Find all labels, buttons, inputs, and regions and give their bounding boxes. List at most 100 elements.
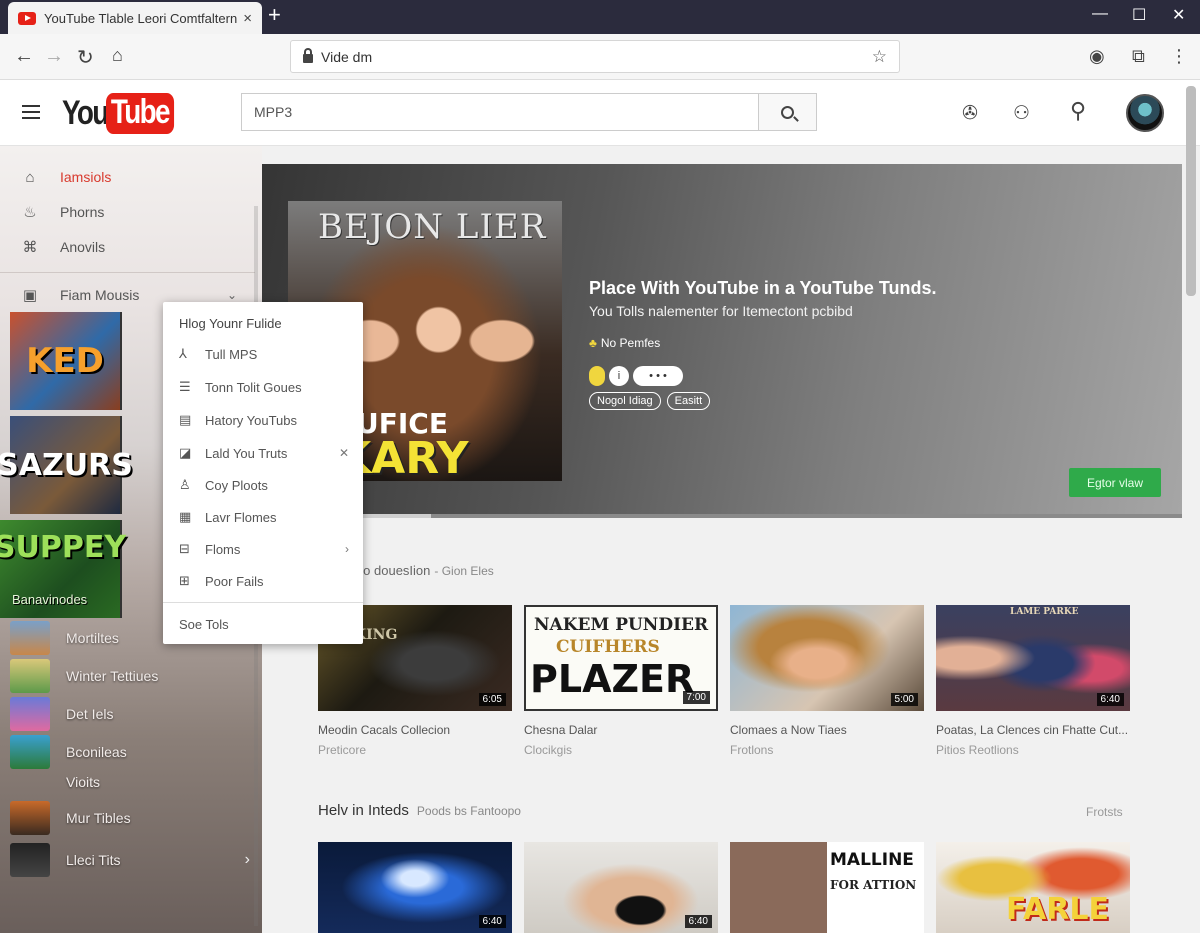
sidebar-item-label: Phorns xyxy=(60,204,105,220)
sidebar-item-subscriptions[interactable]: ⌘ Anovils xyxy=(0,230,255,264)
coin-icon[interactable] xyxy=(589,366,605,386)
browser-tab[interactable]: YouTube Tlable Leori Comtfaltern × xyxy=(8,2,262,34)
dropdown-item[interactable]: ⊟ Floms › xyxy=(179,537,349,561)
video-card[interactable]: 5:00 Clomaes a Now Tiaes Frotlons xyxy=(730,605,924,757)
video-channel[interactable]: Frotlons xyxy=(730,743,924,757)
youtube-logo[interactable]: You Tube xyxy=(62,93,189,134)
featured-channel[interactable]: ♣ No Pemfes xyxy=(589,336,660,350)
trend-icon: ◪ xyxy=(179,445,192,460)
channel-icon: ♣ xyxy=(589,336,597,350)
dropdown-item[interactable]: ⊞ Poor Fails xyxy=(179,569,349,593)
maximize-icon[interactable]: ☐ xyxy=(1132,5,1146,25)
duration-badge: 6:05 xyxy=(478,693,506,706)
featured-subtitle: You Tolls nalementer for Itemectont pcbi… xyxy=(589,303,853,319)
sidebar-video-row[interactable]: Lleci Tits › xyxy=(10,842,250,878)
video-title[interactable]: Clomaes a Now Tiaes xyxy=(730,723,924,737)
video-thumbnail[interactable]: FARLE xyxy=(936,842,1130,933)
logo-you-text: You xyxy=(62,94,109,132)
video-channel[interactable]: Pitios Reotlions xyxy=(936,743,1130,757)
see-all-link[interactable]: Frotsts xyxy=(1086,805,1123,819)
dropdown-item[interactable]: ▤ Hatory YouTubs xyxy=(179,408,349,432)
chevron-right-icon[interactable]: › xyxy=(245,851,250,869)
video-card[interactable]: 6:40 xyxy=(524,842,718,933)
video-thumbnail[interactable]: 5:00 xyxy=(730,605,924,711)
upload-icon[interactable]: ⚇ xyxy=(1013,102,1030,125)
close-window-icon[interactable]: ✕ xyxy=(1172,5,1185,25)
chevron-down-icon[interactable]: ⌄ xyxy=(227,288,237,302)
bookmark-star-icon[interactable]: ☆ xyxy=(872,47,887,67)
banner-progress-bar[interactable] xyxy=(288,514,1182,518)
video-thumbnail[interactable]: LAME PARKE 6:40 xyxy=(936,605,1130,711)
dropdown-item-label: Tonn Tolit Goues xyxy=(205,379,302,395)
dropdown-item[interactable]: ⅄ Tull MPS xyxy=(179,342,349,366)
address-bar[interactable]: Vide dm ☆ xyxy=(290,40,900,73)
back-arrow-icon[interactable]: ← xyxy=(14,45,34,68)
video-channel[interactable]: Clocikgis xyxy=(524,743,718,757)
video-thumbnail[interactable]: NAKEM PUNDIER CUIFHERS PLAZER 7:00 xyxy=(524,605,718,711)
apps-icon[interactable]: ✇ xyxy=(962,102,978,125)
browser-menu-icon[interactable]: ⋮ xyxy=(1170,46,1188,67)
dropdown-item[interactable]: ◪ Lald You Truts ✕ xyxy=(179,441,349,465)
page-scrollbar[interactable] xyxy=(1186,86,1196,296)
video-title[interactable]: Chesna Dalar xyxy=(524,723,718,737)
video-title[interactable]: Meodin Cacals Collecion xyxy=(318,723,512,737)
account-icon[interactable]: ⚲ xyxy=(1070,98,1086,124)
thumbnail-text: FARLE xyxy=(1006,892,1109,927)
row-thumbnail xyxy=(10,765,50,799)
dropdown-item[interactable]: ☰ Tonn Tolit Goues xyxy=(179,375,349,399)
new-tab-button[interactable]: + xyxy=(268,2,281,28)
action-pills: i • • • xyxy=(589,366,683,386)
avatar[interactable] xyxy=(1126,94,1164,132)
section-heading: Helv in Inteds Poods bs Fantoopo xyxy=(318,802,521,819)
featured-title[interactable]: Place With YouTube in a YouTube Tunds. xyxy=(589,278,937,299)
url-text[interactable]: Vide dm xyxy=(321,49,872,65)
video-card[interactable]: MALLINE FOR ATTION xyxy=(730,842,924,933)
search-button[interactable] xyxy=(758,94,816,130)
tag-chip[interactable]: Nogol Idiag xyxy=(589,392,661,410)
dropdown-heading: Hlog Younr Fulide xyxy=(179,316,282,331)
video-thumbnail[interactable]: MALLINE FOR ATTION xyxy=(730,842,924,933)
tab-close-icon[interactable]: × xyxy=(243,10,252,27)
extension-icon[interactable]: ◉ xyxy=(1089,46,1105,67)
video-card[interactable]: FARLE xyxy=(936,842,1130,933)
video-channel[interactable]: Preticore xyxy=(318,743,512,757)
dropdown-item[interactable]: ♙ Coy Ploots xyxy=(179,473,349,497)
home-icon[interactable]: ⌂ xyxy=(112,45,123,66)
featured-banner[interactable]: BEJON LIER UFICE OFKARY Place With YouTu… xyxy=(262,164,1182,518)
video-title[interactable]: Poatas, La Clences cin Fhatte Cut... xyxy=(936,723,1130,737)
row-thumbnail xyxy=(10,843,50,877)
forward-arrow-icon[interactable]: → xyxy=(44,45,64,68)
video-thumbnail[interactable]: 6:40 xyxy=(318,842,512,933)
info-icon[interactable]: i xyxy=(609,366,629,386)
sidebar-video-row[interactable]: Det Iels xyxy=(10,696,250,732)
reload-icon[interactable]: ↻ xyxy=(77,45,94,70)
video-thumbnail[interactable]: 6:40 xyxy=(524,842,718,933)
tag-chip[interactable]: Easitt xyxy=(666,392,711,410)
dropdown-footer-item[interactable]: Soe Tols xyxy=(179,612,349,636)
channel-name: No Pemfes xyxy=(600,336,661,350)
video-card[interactable]: LAME PARKE 6:40 Poatas, La Clences cin F… xyxy=(936,605,1130,757)
close-icon[interactable]: ✕ xyxy=(339,446,349,460)
sidebar-video-row[interactable]: Mur Tibles xyxy=(10,800,250,836)
minimize-icon[interactable]: — xyxy=(1092,5,1108,23)
thumbnail-text: NAKEM PUNDIER xyxy=(534,615,709,635)
browser-titlebar: YouTube Tlable Leori Comtfaltern × + — ☐… xyxy=(0,0,1200,34)
sidebar-item-trending[interactable]: ♨ Phorns xyxy=(0,195,255,229)
more-options-icon[interactable]: • • • xyxy=(633,366,683,386)
watch-now-button[interactable]: Egtor vlaw xyxy=(1069,468,1161,497)
subscriptions-icon: ⌘ xyxy=(22,239,38,256)
search-input[interactable] xyxy=(242,94,758,130)
puzzle-icon[interactable]: ⧉ xyxy=(1132,46,1145,67)
dropdown-item-label: Tull MPS xyxy=(205,346,258,362)
sidebar-thumbnail[interactable]: KED xyxy=(10,312,122,410)
sidebar-video-row[interactable]: Winter Tettiues xyxy=(10,658,250,694)
history-icon: ▤ xyxy=(179,412,192,427)
section-subtitle: Poods bs Fantoopo xyxy=(416,804,521,818)
hamburger-menu-icon[interactable] xyxy=(22,105,40,119)
video-card[interactable]: NAKEM PUNDIER CUIFHERS PLAZER 7:00 Chesn… xyxy=(524,605,718,757)
sidebar-video-row[interactable]: Vioits xyxy=(10,764,250,800)
dropdown-item[interactable]: ▦ Lavr Flomes xyxy=(179,505,349,529)
sidebar-thumbnail[interactable]: SAZURS xyxy=(0,416,133,514)
sidebar-item-home[interactable]: ⌂ Iamsiols xyxy=(0,160,255,194)
video-card[interactable]: 6:40 xyxy=(318,842,512,933)
